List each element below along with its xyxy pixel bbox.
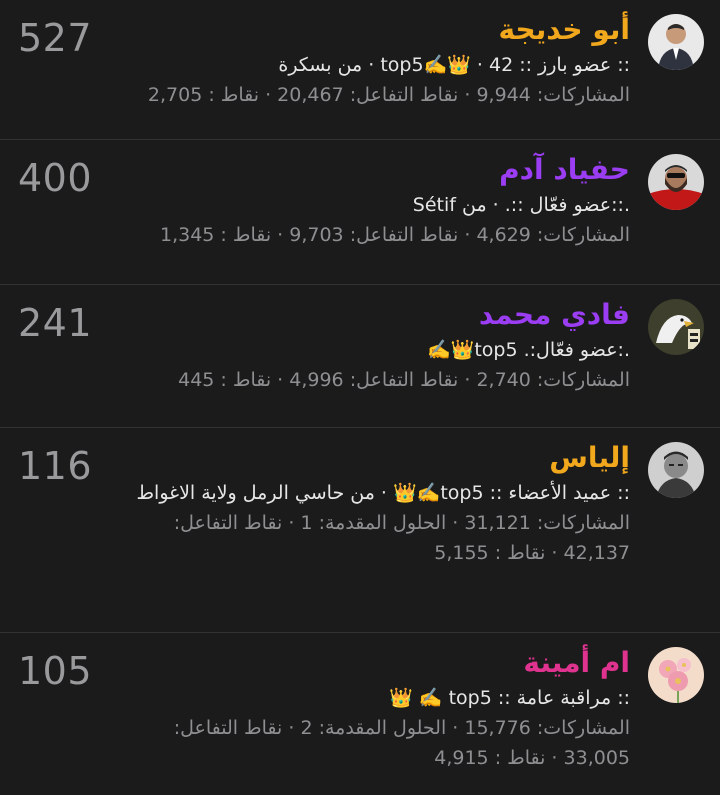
- member-rank-line: :: مراقبة عامة :: top5 ✍️ 👑: [389, 687, 630, 709]
- member-score: 116: [18, 444, 93, 488]
- member-info: إلياس :: عميد الأعضاء :: top5✍️👑 · من حا…: [110, 438, 630, 568]
- member-info: ام أمينة :: مراقبة عامة :: top5 ✍️ 👑 الم…: [110, 643, 630, 773]
- member-score: 400: [18, 156, 93, 200]
- member-rank-line: :: عضو بارز :: top5✍️👑 · 42 · من بسكرة: [278, 54, 630, 76]
- member-name[interactable]: حفياد آدم: [110, 150, 630, 190]
- member-stats: المشاركات: 31,121 · الحلول المقدمة: 1 · …: [173, 512, 630, 564]
- member-rank-line: :: عميد الأعضاء :: top5✍️👑 · من حاسي الر…: [136, 482, 630, 504]
- member-list: 527 أبو خديجة :: عضو بارز :: top5✍️👑 · 4…: [0, 0, 720, 795]
- member-name[interactable]: إلياس: [110, 438, 630, 478]
- man-in-suit-avatar-icon[interactable]: [648, 14, 704, 70]
- member-stats: المشاركات: 15,776 · الحلول المقدمة: 2 · …: [173, 717, 630, 769]
- member-rank-line: .::عضو فعّال ::. · من Sétif: [412, 194, 630, 216]
- member-score: 241: [18, 301, 93, 345]
- member-row[interactable]: 400 حفياد آدم .::عضو فعّال ::. · من Séti…: [0, 140, 720, 285]
- member-score: 527: [18, 16, 93, 60]
- member-row[interactable]: 527 أبو خديجة :: عضو بارز :: top5✍️👑 · 4…: [0, 0, 720, 140]
- member-name[interactable]: فادي محمد: [110, 295, 630, 335]
- member-rank-line: .:عضو فعّال:. top5👑✍️: [427, 339, 630, 361]
- member-stats: المشاركات: 2,740 · نقاط التفاعل: 4,996 ·…: [178, 369, 630, 391]
- member-name[interactable]: أبو خديجة: [110, 10, 630, 50]
- member-row[interactable]: 105 ام أمينة :: مراقبة عامة :: top5 ✍️ 👑…: [0, 633, 720, 795]
- member-info: حفياد آدم .::عضو فعّال ::. · من Sétif ال…: [110, 150, 630, 250]
- member-stats: المشاركات: 9,944 · نقاط التفاعل: 20,467 …: [147, 84, 630, 106]
- bearded-man-avatar-icon[interactable]: [648, 154, 704, 210]
- eagle-avatar-icon[interactable]: [648, 299, 704, 355]
- member-info: أبو خديجة :: عضو بارز :: top5✍️👑 · 42 · …: [110, 10, 630, 110]
- member-row[interactable]: 241 فادي محمد .:عضو فعّال:. top5👑✍️ المش…: [0, 285, 720, 428]
- member-stats: المشاركات: 4,629 · نقاط التفاعل: 9,703 ·…: [159, 224, 630, 246]
- member-info: فادي محمد .:عضو فعّال:. top5👑✍️ المشاركا…: [110, 295, 630, 395]
- member-score: 105: [18, 649, 93, 693]
- man-portrait-avatar-icon[interactable]: [648, 442, 704, 498]
- member-name[interactable]: ام أمينة: [110, 643, 630, 683]
- member-row[interactable]: 116 إلياس :: عميد الأعضاء :: top5✍️👑 · م…: [0, 428, 720, 633]
- flower-avatar-icon[interactable]: [648, 647, 704, 703]
